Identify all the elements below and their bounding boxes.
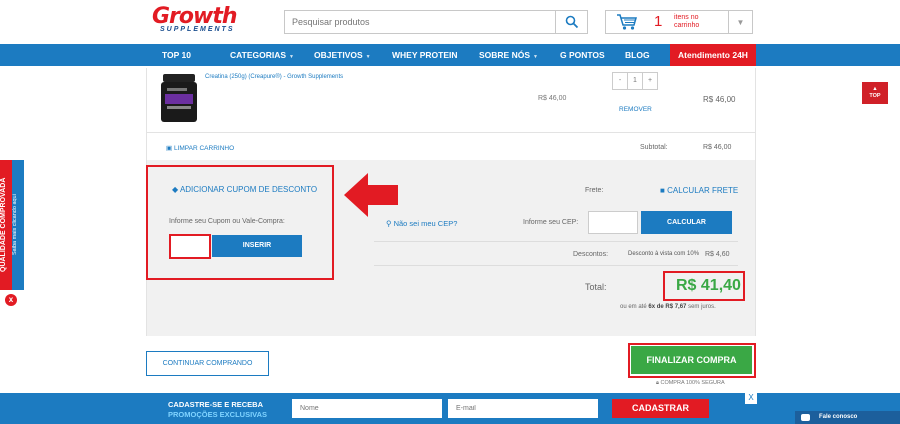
cart-widget[interactable]: 1 itens no carrinho ▼ [605,10,753,34]
red-arrow-icon [344,173,398,217]
qty-plus-button[interactable]: + [643,73,657,89]
quality-badge-title: QUALIDADE COMPROVADA [0,177,7,273]
caret-icon: ▼ [533,54,538,60]
nav-item-top10[interactable]: TOP 10 [162,44,191,66]
back-to-top-button[interactable]: ▲ TOP [862,82,888,104]
product-name-link[interactable]: Creatina (250g) (Creapure®) - Growth Sup… [205,74,343,80]
close-icon[interactable]: x [5,294,17,306]
product-unit-price: R$ 46,00 [538,95,567,102]
divider [374,265,738,266]
cep-input[interactable] [588,211,638,234]
discount-description: Desconto à vista com 10% [628,251,700,257]
cep-label: Informe seu CEP: [523,219,579,226]
unknown-cep-link[interactable]: ⚲ Não sei meu CEP? [386,219,457,228]
product-image[interactable] [157,72,201,124]
installments-value: 6x de R$ 7,67 [648,304,687,310]
qty-value[interactable]: 1 [628,73,643,89]
atendimento-button[interactable]: Atendimento 24H [670,44,756,66]
apply-coupon-button[interactable]: INSERIR [212,235,302,257]
chat-bubble-icon [801,414,810,421]
newsletter-subtitle: PROMOÇÕES EXCLUSIVAS [168,410,268,419]
newsletter-email-input[interactable] [448,399,598,418]
installments-text: ou em até 6x de R$ 7,67 sem juros. [620,304,716,310]
nav-item-categorias[interactable]: CATEGORIAS ▼ [230,44,294,66]
nav-label: WHEY PROTEIN [392,50,458,60]
nav-label: BLOG [625,50,650,60]
nav-item-blog[interactable]: BLOG [625,44,650,66]
trash-icon: ▣ [166,145,173,152]
search-icon: ⚲ [386,219,392,228]
subtotal-value: R$ 46,00 [703,144,732,151]
search-box [284,10,588,34]
arrow-up-icon: ▲ [872,86,878,92]
caret-icon: ▼ [289,54,294,60]
lock-icon: 🔒︎ [656,380,659,386]
discount-value: R$ 4,60 [705,251,730,258]
calculate-shipping-link[interactable]: ■ CALCULAR FRETE [660,186,738,195]
brand-logo[interactable]: Growth SUPPLEMENTS [152,6,252,38]
calculate-button[interactable]: CALCULAR [641,211,732,234]
shipping-label: Frete: [585,187,604,194]
newsletter-submit-button[interactable]: CADASTRAR [612,399,709,418]
nav-item-objetivos[interactable]: OBJETIVOS ▼ [314,44,371,66]
search-input[interactable] [285,11,555,33]
secure-purchase-note: 🔒︎ COMPRA 100% SEGURA [656,380,725,387]
quality-badge[interactable]: QUALIDADE COMPROVADA Saiba mais clicando… [0,160,24,290]
top-label: TOP [869,93,881,99]
remove-item-link[interactable]: REMOVER [619,106,652,113]
cart-count: 1 [654,13,663,30]
coupon-input[interactable] [169,234,211,259]
continue-shopping-button[interactable]: CONTINUAR COMPRANDO [146,351,269,376]
search-button[interactable] [555,11,587,33]
nav-label: TOP 10 [162,50,191,60]
nav-label: OBJETIVOS [314,50,363,60]
coupon-field-label: Informe seu Cupom ou Vale-Compra: [169,218,285,225]
add-coupon-link[interactable]: ◆ ADICIONAR CUPOM DE DESCONTO [172,185,317,194]
quantity-stepper: - 1 + [612,72,658,90]
newsletter-title: CADASTRE-SE E RECEBA [168,400,264,409]
logo-main-text: Growth [152,4,238,29]
shopping-cart-icon [616,13,638,33]
newsletter-name-input[interactable] [292,399,442,418]
total-value: R$ 41,40 [676,277,741,294]
chevron-down-icon[interactable]: ▼ [728,11,752,33]
truck-icon: ■ [660,186,665,195]
cart-right-border [755,68,756,336]
unknown-cep-label: Não sei meu CEP? [393,219,458,228]
installments-suffix: sem juros. [688,304,716,310]
nav-label: CATEGORIAS [230,50,287,60]
nav-item-whey-protein[interactable]: WHEY PROTEIN [392,44,458,66]
main-nav: TOP 10 CATEGORIAS ▼ OBJETIVOS ▼ WHEY PROTE… [0,44,900,66]
add-coupon-label: ADICIONAR CUPOM DE DESCONTO [179,185,318,194]
chat-button[interactable]: Fale conosco [795,411,900,424]
installments-prefix: ou em até [620,304,647,310]
search-icon [565,15,578,29]
nav-label: SOBRE NÓS [479,50,531,60]
nav-item-sobre-nos[interactable]: SOBRE NÓS ▼ [479,44,538,66]
divider [374,241,738,242]
total-label: Total: [585,282,607,292]
secure-label: COMPRA 100% SEGURA [660,380,725,386]
clear-cart-label: LIMPAR CARRINHO [173,145,235,152]
logo-sub-text: SUPPLEMENTS [160,26,235,33]
clear-cart-link[interactable]: ▣ LIMPAR CARRINHO [166,144,234,152]
cart-items-text: itens no carrinho [674,14,700,29]
qty-minus-button[interactable]: - [613,73,628,89]
tag-icon: ◆ [172,185,179,194]
divider [146,132,756,133]
quality-badge-subtitle: Saiba mais clicando aqui [12,194,18,256]
nav-label: G PONTOS [560,50,605,60]
product-line-total: R$ 46,00 [703,95,736,104]
subtotal-label: Subtotal: [640,144,668,151]
checkout-button[interactable]: FINALIZAR COMPRA [631,346,752,374]
calc-shipping-label: CALCULAR FRETE [667,186,739,195]
caret-icon: ▼ [365,54,371,60]
discounts-label: Descontos: [573,251,609,258]
chat-label: Fale conosco [819,414,858,420]
close-icon[interactable]: X [745,392,757,404]
nav-item-g-pontos[interactable]: G PONTOS [560,44,605,66]
